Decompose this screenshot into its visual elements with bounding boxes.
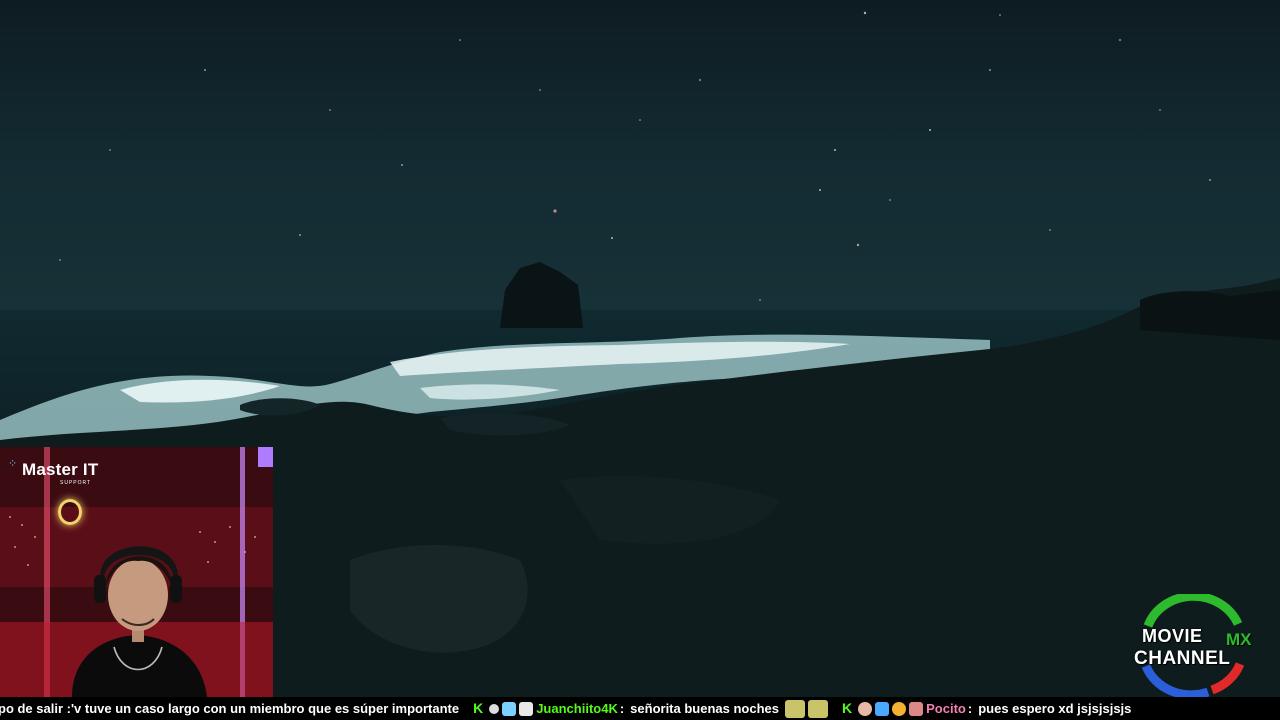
badge-icon [909, 701, 924, 716]
chat-ticker: po de salir :'v tuve un caso largo con u… [0, 697, 1280, 720]
chat-username: Juanchiito4K [536, 701, 618, 716]
kick-icon: K [473, 700, 484, 716]
ticker-message: señorita buenas noches [630, 701, 779, 716]
kick-icon: K [842, 700, 853, 716]
sponsor-logo: ⁘ Master IT SUPPORT [8, 458, 99, 487]
ticker-message: po de salir :'v tuve un caso largo con u… [0, 701, 460, 716]
channel-logo: MOVIE CHANNEL MX [1128, 591, 1258, 700]
badge-icon [892, 701, 907, 716]
chat-separator: : [619, 701, 625, 716]
channel-logo-line2: CHANNEL [1134, 648, 1231, 669]
chat-separator: : [967, 701, 973, 716]
badge-icon [875, 701, 890, 716]
streamer-person [72, 546, 207, 697]
emote-icon [785, 699, 805, 718]
badge-icon [519, 701, 534, 716]
sponsor-sub: SUPPORT [60, 480, 92, 486]
badge-icon [502, 701, 517, 716]
sponsor-brand: Master IT [22, 460, 99, 479]
sponsor-dots-icon: ⁘ [8, 458, 18, 470]
channel-logo-line1: MOVIE [1142, 626, 1203, 646]
emote-icon [808, 699, 828, 718]
webcam-overlay: ⁘ Master IT SUPPORT [0, 447, 273, 697]
emote-icon [489, 703, 500, 714]
emote-icon [858, 701, 873, 716]
channel-logo-suffix: MX [1226, 630, 1252, 649]
chat-username: Pocito [926, 701, 966, 716]
ticker-message: pues espero xd jsjsjsjsjs [978, 701, 1132, 716]
